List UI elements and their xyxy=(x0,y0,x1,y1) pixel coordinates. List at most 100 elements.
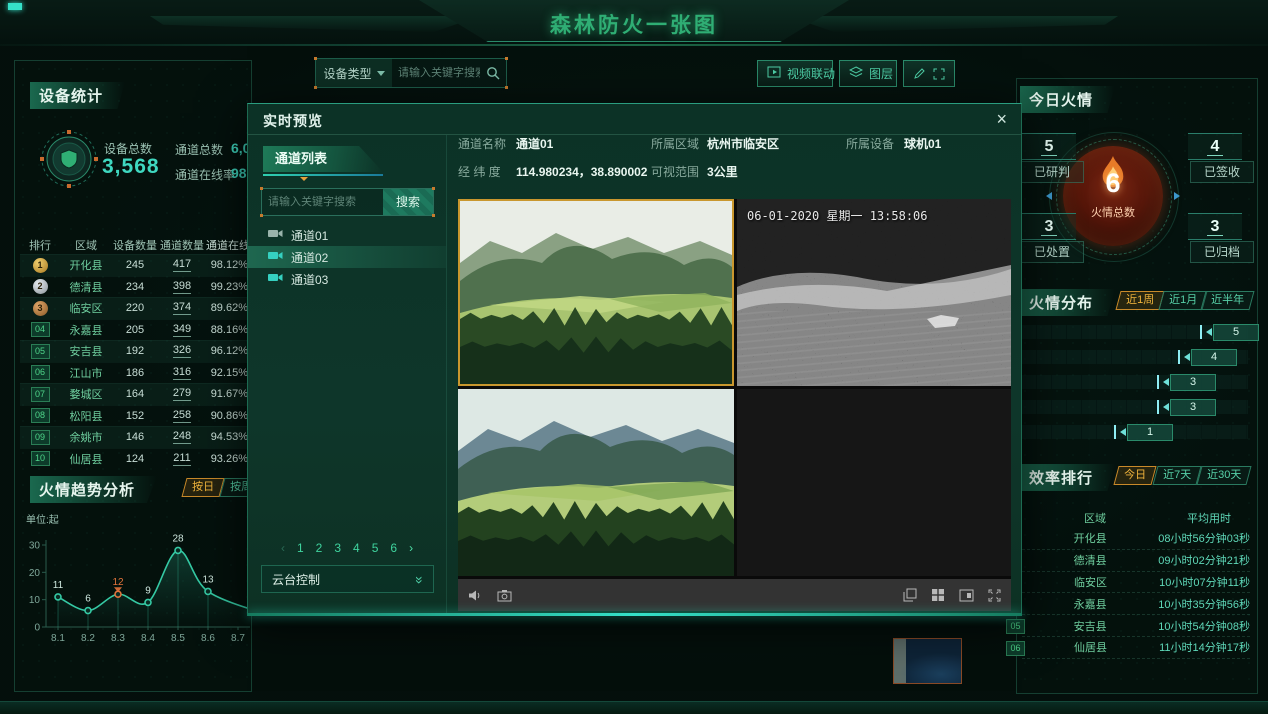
device-type-dropdown[interactable]: 设备类型 xyxy=(316,59,392,87)
page-next-icon[interactable]: › xyxy=(409,541,413,555)
region-name: 余姚市 xyxy=(60,429,112,445)
tab-by-day[interactable]: 按日 xyxy=(181,478,224,497)
svg-text:8.3: 8.3 xyxy=(111,633,125,644)
table-row: 07婺城区16427991.67% xyxy=(20,383,248,405)
svg-text:30: 30 xyxy=(29,541,41,552)
rank-badge: 07 xyxy=(20,387,60,402)
page-number[interactable]: 4 xyxy=(353,541,360,555)
layers-button[interactable]: 图层 xyxy=(839,60,897,87)
copy-view-icon[interactable] xyxy=(903,588,917,602)
video-cell-landscape[interactable] xyxy=(458,389,734,576)
channel-total-label: 通道总数 xyxy=(175,141,223,158)
channel-item[interactable]: 通道02 xyxy=(248,246,446,268)
rank-number: 10 xyxy=(31,451,50,466)
channel-item[interactable]: 通道01 xyxy=(248,224,446,246)
page-number[interactable]: 2 xyxy=(316,541,323,555)
medal-icon: 3 xyxy=(33,301,48,316)
table-row: 2德清县23439899.23% xyxy=(20,276,248,298)
modal-title: 实时预览 xyxy=(263,111,323,131)
overview-minimap[interactable] xyxy=(893,638,962,684)
page-number[interactable]: 1 xyxy=(297,541,304,555)
stat-handled-value: 3 xyxy=(1022,213,1076,240)
channel-list-notch xyxy=(300,177,308,181)
video-linkage-button[interactable]: 视频联动 xyxy=(757,60,833,87)
channel-count-link[interactable]: 211 xyxy=(173,452,191,466)
volume-icon[interactable] xyxy=(468,589,483,602)
channel-count-link[interactable]: 258 xyxy=(173,409,191,423)
channel-count-link[interactable]: 248 xyxy=(173,430,191,444)
range-value: 3公里 xyxy=(707,163,738,180)
keyword-search-input[interactable] xyxy=(392,59,486,87)
fire-trend-line-chart: 010203011612928138.18.28.38.48.58.68.7 xyxy=(20,522,250,649)
rank-number: 04 xyxy=(31,322,50,337)
channel-item[interactable]: 通道03 xyxy=(248,268,446,290)
ptz-control-dropdown[interactable]: 云台控制 » xyxy=(261,565,434,593)
search-icon[interactable] xyxy=(486,66,500,80)
svg-text:10: 10 xyxy=(29,595,41,606)
measure-pencil-icon[interactable] xyxy=(913,67,926,80)
online-rate-label: 通道在线率 xyxy=(175,166,235,183)
camera-icon xyxy=(268,228,283,242)
stat-analyzed-label: 已研判 xyxy=(1020,161,1084,183)
medal-icon: 1 xyxy=(33,258,48,273)
video-grid: 06-01-2020 星期一 13:58:06 xyxy=(458,199,1011,611)
bar-arrow-icon xyxy=(1206,328,1212,336)
region-value: 杭州市临安区 xyxy=(707,135,779,152)
page-number[interactable]: 5 xyxy=(372,541,379,555)
channel-count-link[interactable]: 374 xyxy=(173,301,191,315)
video-cell-thermal[interactable]: 06-01-2020 星期一 13:58:06 xyxy=(737,199,1011,386)
single-view-icon[interactable] xyxy=(959,589,974,602)
header-left-decoration xyxy=(150,16,480,32)
tab-7days[interactable]: 近7天 xyxy=(1152,466,1201,485)
tab-today[interactable]: 今日 xyxy=(1113,466,1156,485)
video-fullscreen-icon[interactable] xyxy=(988,589,1001,602)
table-row: 05安吉县19232696.12% xyxy=(20,340,248,362)
camera-icon xyxy=(268,272,283,286)
table-row: 1开化县24541798.12% xyxy=(20,254,248,276)
tab-last-week[interactable]: 近1周 xyxy=(1115,291,1164,310)
col-devices: 设备数量 xyxy=(112,237,158,253)
table-row: 10仙居县12421193.26% xyxy=(20,448,248,470)
channel-search-input[interactable] xyxy=(262,189,383,215)
channel-search-button[interactable]: 搜索 xyxy=(383,189,433,215)
page-prev-icon[interactable]: ‹ xyxy=(281,541,285,555)
table-row: 06江山市18631692.15% xyxy=(20,362,248,384)
layers-label: 图层 xyxy=(869,65,893,82)
efficiency-row: 05安吉县10小时54分钟08秒 xyxy=(1022,615,1250,637)
page-number[interactable]: 3 xyxy=(334,541,341,555)
fullscreen-icon[interactable] xyxy=(933,68,945,80)
page-number[interactable]: 6 xyxy=(390,541,397,555)
channel-count: 258 xyxy=(158,409,206,423)
grid-layout-icon[interactable] xyxy=(931,588,945,602)
device-count: 164 xyxy=(112,388,158,400)
channel-count-link[interactable]: 279 xyxy=(173,387,191,401)
bar-fill xyxy=(1022,400,1159,414)
channel-count-link[interactable]: 316 xyxy=(173,366,191,380)
channel-count-link[interactable]: 349 xyxy=(173,323,191,337)
channel-count: 211 xyxy=(158,452,206,466)
video-cell-empty[interactable] xyxy=(737,389,1011,576)
channel-count-link[interactable]: 326 xyxy=(173,344,191,358)
bar-fill xyxy=(1022,425,1116,439)
col-online-rate: 通道在线率 xyxy=(206,237,248,253)
snapshot-camera-icon[interactable] xyxy=(497,589,512,602)
rank-number: 08 xyxy=(31,408,50,423)
rank-number: 06 xyxy=(31,365,50,380)
video-cell-selected[interactable] xyxy=(458,199,734,386)
device-stats-title: 设备统计 xyxy=(30,82,125,109)
channel-count-link[interactable]: 398 xyxy=(173,280,191,294)
channel-count-link[interactable]: 417 xyxy=(173,258,191,272)
stat-handled-label: 已处置 xyxy=(1020,241,1084,263)
tab-half-year[interactable]: 近半年 xyxy=(1200,291,1254,310)
close-icon[interactable]: × xyxy=(996,108,1007,130)
online-rate: 98.12% xyxy=(206,259,248,271)
bar-value-badge: 5 xyxy=(1213,324,1259,341)
tab-30days[interactable]: 近30天 xyxy=(1196,466,1251,485)
online-rate: 88.16% xyxy=(206,324,248,336)
table-row: 04永嘉县20534988.16% xyxy=(20,319,248,341)
region-name: 松阳县 xyxy=(60,408,112,424)
online-rate: 89.62% xyxy=(206,302,248,314)
svg-text:8.5: 8.5 xyxy=(171,633,185,644)
rank-badge: 1 xyxy=(20,258,60,273)
latlng-value: 114.980234，38.890002 xyxy=(516,163,647,180)
